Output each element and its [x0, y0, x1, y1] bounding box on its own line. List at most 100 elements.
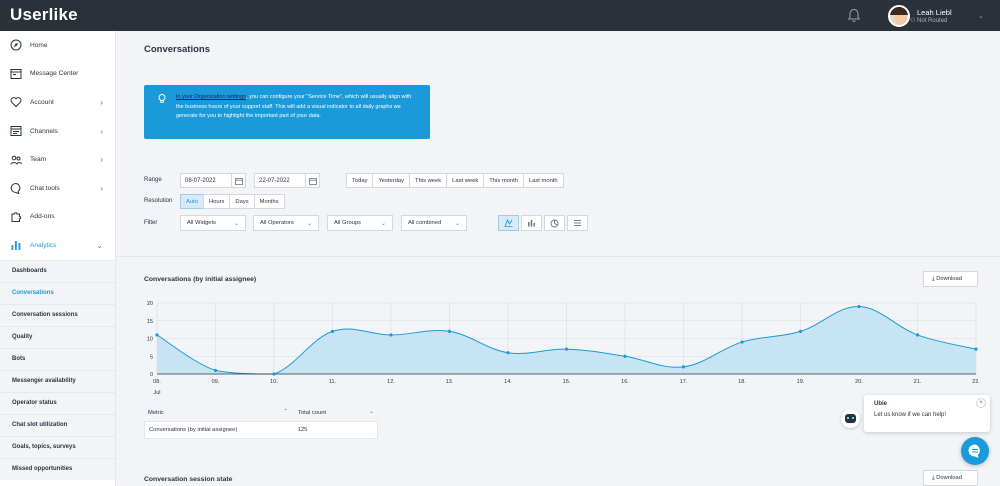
organization-settings-link[interactable]: In your Organization settings [176, 94, 246, 100]
list-icon[interactable] [567, 215, 588, 231]
sidebar-item-account[interactable]: Account › [0, 88, 115, 117]
chat-popup[interactable]: Ubie Let us know if we can help! × [864, 395, 990, 432]
filter-dropdown-all-combined[interactable]: All combined ⌄ [401, 215, 467, 231]
chevron-right-icon: › [100, 155, 103, 165]
sidebar-subitem-dashboards[interactable]: Dashboards [0, 259, 115, 282]
sidebar-subitem-operator-status[interactable]: Operator status [0, 391, 115, 414]
user-status: ⚇ Not Routed [910, 17, 948, 24]
y-tick-label: 15 [147, 319, 153, 325]
chevron-right-icon: › [100, 183, 103, 193]
x-tick-label: 16. [621, 379, 629, 385]
sidebar-item-label: Add-ons [30, 213, 55, 221]
filter-dropdown-all-operators[interactable]: All Operators ⌄ [253, 215, 319, 231]
resolution-months-button[interactable]: Months [253, 194, 285, 209]
dropdown-value: All combined [408, 220, 442, 226]
column-header-metric[interactable]: Metric ⌃ [144, 409, 292, 416]
sidebar: Home Message Center Account › Channels › Team ›… [0, 31, 116, 486]
sidebar-subitem-bots[interactable]: Bots [0, 347, 115, 370]
x-tick-label: 13. [446, 379, 454, 385]
sidebar-subitem-missed-opportunities[interactable]: Missed opportunities [0, 457, 115, 480]
dropdown-value: All Operators [260, 220, 294, 226]
x-tick-label: 17. [680, 379, 688, 385]
sidebar-item-label: Channels [30, 127, 58, 135]
sidebar-item-team[interactable]: Team › [0, 145, 115, 174]
dropdown-value: All Groups [334, 220, 362, 226]
sidebar-item-analytics[interactable]: Analytics ⌄ [0, 231, 115, 260]
chevron-down-icon[interactable]: ⌄ [978, 12, 984, 20]
data-point [857, 304, 861, 309]
date-to-input[interactable]: 22-07-2022 [254, 173, 320, 188]
puzzle-icon [10, 211, 22, 223]
chevron-down-icon: ⌄ [233, 221, 239, 227]
x-tick-label: 15. [563, 379, 571, 385]
top-bar: Userlike Leah Liebl ⚇ Not Routed ⌄ [0, 0, 1000, 31]
data-point [213, 368, 218, 373]
info-banner: In your Organization settings, you can c… [144, 85, 430, 139]
download-button[interactable]: ⤓ Download [923, 271, 978, 287]
column-header-total[interactable]: Total count ⌄ [292, 409, 378, 416]
calendar-icon[interactable] [231, 174, 245, 187]
data-point [389, 333, 393, 337]
resolution-auto-button[interactable]: Auto [180, 194, 204, 209]
filter-dropdown-all-widgets[interactable]: All Widgets ⌄ [180, 215, 246, 231]
team-icon [10, 154, 22, 166]
sidebar-item-chat-tools[interactable]: Chat tools › [0, 174, 115, 203]
table-header: Metric ⌃ Total count ⌄ [144, 405, 378, 421]
chevron-down-icon: ⌄ [306, 221, 312, 227]
filter-label: Filter [144, 220, 158, 226]
x-tick-label: 22. [972, 379, 980, 385]
data-point [974, 347, 978, 351]
sidebar-item-message-center[interactable]: Message Center [0, 60, 115, 89]
dropdown-value: All Widgets [187, 220, 216, 226]
sidebar-item-label: Home [30, 41, 48, 49]
pie-chart-icon[interactable] [544, 215, 565, 231]
sidebar-subitem-conversation-sessions[interactable]: Conversation sessions [0, 303, 115, 326]
bar-chart-icon[interactable] [521, 215, 542, 231]
range-today-button[interactable]: Today [346, 173, 374, 188]
sidebar-subitem-messenger-availability[interactable]: Messenger availability [0, 369, 115, 392]
sidebar-subitem-chat-slot-utilization[interactable]: Chat slot utilization [0, 413, 115, 436]
date-from-input[interactable]: 08-07-2022 [180, 173, 246, 188]
y-tick-label: 20 [147, 301, 153, 307]
sidebar-subitem-goals-topics-surveys[interactable]: Goals, topics, surveys [0, 435, 115, 458]
lightbulb-icon [158, 94, 166, 103]
calendar-icon[interactable] [305, 174, 319, 187]
analytics-submenu: Dashboards Conversations Conversation sess… [0, 259, 115, 480]
range-yesterday-button[interactable]: Yesterday [372, 173, 411, 188]
x-tick-label: 18. [738, 379, 746, 385]
resolution-days-button[interactable]: Days [229, 194, 255, 209]
chat-icon [10, 182, 22, 195]
chat-launcher-button[interactable] [961, 437, 989, 465]
compass-icon [10, 39, 22, 51]
range-this-month-button[interactable]: This month [483, 173, 524, 188]
x-tick-label: 10. [270, 379, 278, 385]
userlike-logo[interactable]: Userlike [10, 5, 78, 25]
data-point [915, 333, 920, 337]
range-last-week-button[interactable]: Last week [446, 173, 485, 188]
area-chart-icon[interactable] [498, 215, 519, 231]
sidebar-item-channels[interactable]: Channels › [0, 117, 115, 146]
resolution-hours-button[interactable]: Hours [202, 194, 231, 209]
total-count-cell: 125 [297, 427, 308, 433]
sidebar-subitem-quality[interactable]: Quality [0, 325, 115, 348]
sidebar-subitem-conversations[interactable]: Conversations [0, 281, 115, 304]
range-presets: Today Yesterday This week Last week This mon… [346, 173, 564, 188]
range-this-week-button[interactable]: This week [409, 173, 448, 188]
data-point [681, 365, 686, 369]
sidebar-item-add-ons[interactable]: Add-ons [0, 203, 115, 232]
sidebar-item-home[interactable]: Home [0, 31, 115, 60]
data-point [447, 329, 452, 333]
bot-name: Ubie [874, 401, 888, 407]
data-point [798, 329, 803, 333]
close-icon[interactable]: × [976, 398, 986, 408]
sort-down-icon[interactable]: ⌄ [369, 409, 374, 415]
range-label: Range [144, 177, 162, 183]
bell-icon[interactable] [847, 8, 861, 23]
download-button[interactable]: ⤓ Download [923, 470, 978, 486]
sort-up-icon[interactable]: ⌃ [283, 409, 288, 415]
range-last-month-button[interactable]: Last month [522, 173, 564, 188]
inbox-icon [10, 68, 22, 80]
user-menu[interactable]: Leah Liebl ⚇ Not Routed [888, 3, 952, 28]
filter-dropdown-all-groups[interactable]: All Groups ⌄ [327, 215, 393, 231]
bot-avatar-icon [841, 409, 860, 428]
